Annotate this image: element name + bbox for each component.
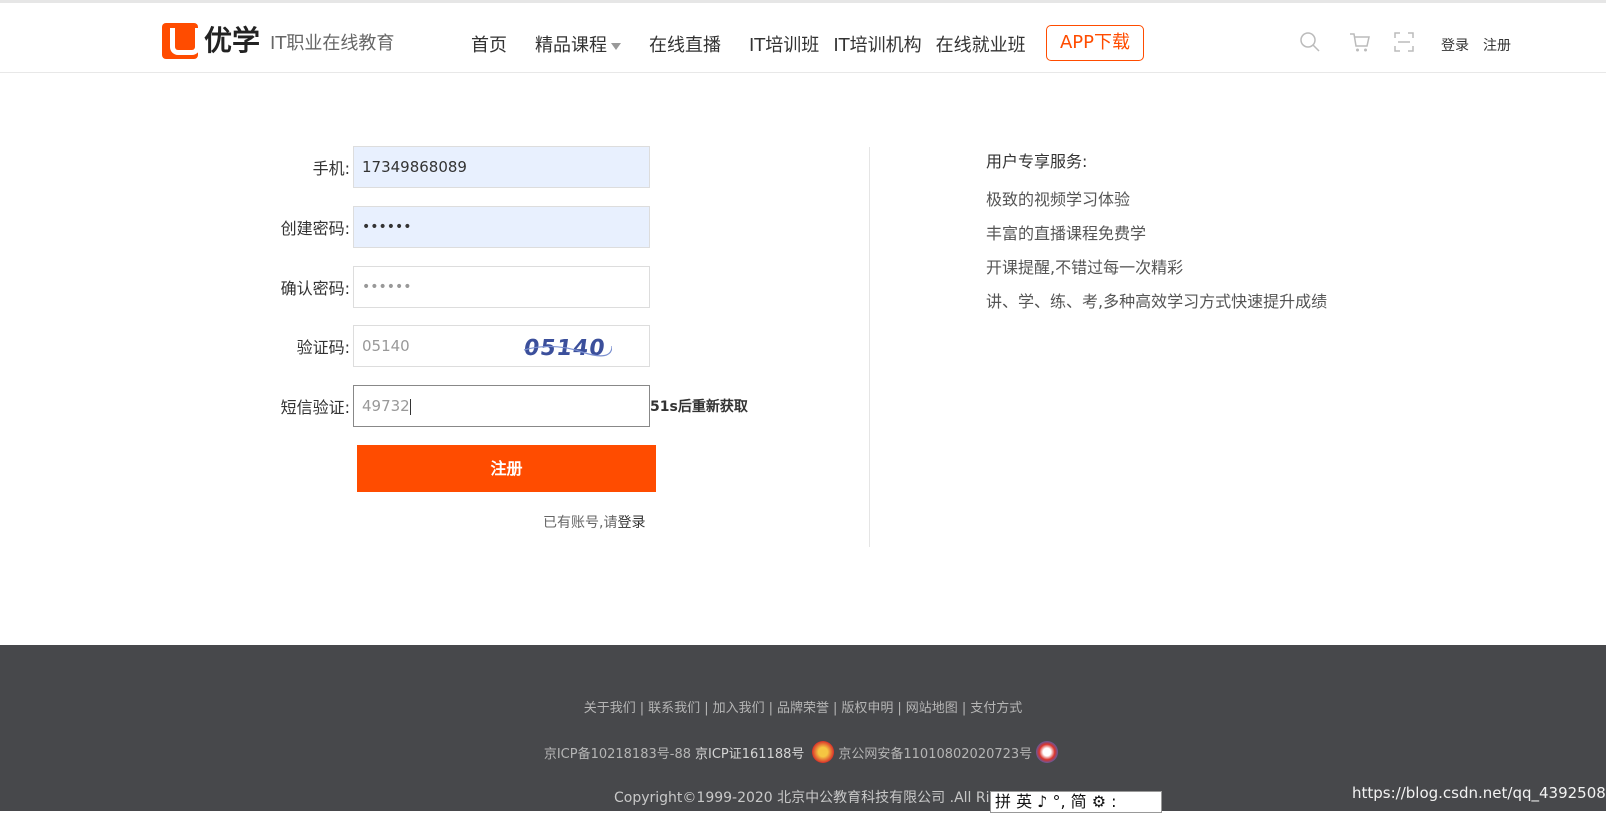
password-input[interactable]: •••••• (353, 206, 650, 248)
footer-link-sitemap[interactable]: 网站地图 (906, 701, 958, 716)
ime-toolbar[interactable]: 拼 英 ♪ °, 简 ⚙ : (990, 791, 1162, 813)
confirm-password-row: 确认密码: •••••• (250, 266, 650, 308)
footer-link-join[interactable]: 加入我们 (713, 701, 765, 716)
logo-slogan: IT职业在线教育 (270, 33, 395, 54)
footer-link-copyright[interactable]: 版权申明 (841, 701, 893, 716)
has-account-text: 已有账号,请登录 (543, 512, 645, 532)
logo-name: 优学 (204, 24, 261, 57)
logo-mark-icon (162, 23, 200, 59)
captcha-label: 验证码: (296, 338, 350, 357)
icp-license[interactable]: 京ICP证161188号 (695, 743, 804, 762)
scan-icon[interactable] (1393, 31, 1415, 53)
cart-icon[interactable] (1349, 31, 1371, 53)
nav-live[interactable]: 在线直播 (649, 31, 721, 57)
captcha-row: 验证码: 05140 05140 (250, 325, 650, 367)
confirm-password-input[interactable]: •••••• (353, 266, 650, 308)
sms-code-input[interactable]: 49732 (353, 385, 650, 427)
nav-home[interactable]: 首页 (471, 31, 507, 57)
icp-record[interactable]: 京ICP备10218183号-88 (544, 743, 691, 762)
site-header: 优学 IT职业在线教育 首页 精品课程 在线直播 IT培训班 IT培训机构 在线… (0, 3, 1606, 73)
captcha-value: 05140 (362, 337, 410, 355)
sms-row: 短信验证: 49732 51s后重新获取 (250, 385, 748, 427)
footer-icp: 京ICP备10218183号-88 京ICP证161188号 京公网安备1101… (0, 741, 1606, 763)
captcha-image[interactable]: 05140 (522, 334, 612, 360)
login-link[interactable]: 登录 (1441, 38, 1469, 54)
perk-item: 开课提醒,不错过每一次精彩 (986, 258, 1184, 277)
footer-links: 关于我们 | 联系我们 | 加入我们 | 品牌荣誉 | 版权申明 | 网站地图 | 支付方式 (583, 701, 1023, 716)
confirm-password-label: 确认密码: (280, 279, 350, 298)
blog-watermark: https://blog.csdn.net/qq_43925089 (1352, 784, 1606, 802)
nav-courses-label: 精品课程 (535, 35, 607, 56)
footer-link-honors[interactable]: 品牌荣誉 (777, 701, 829, 716)
login-link-form[interactable]: 登录 (617, 515, 645, 531)
vertical-divider (869, 147, 870, 547)
phone-row: 手机: 17349868089 (250, 146, 650, 188)
perk-item: 讲、学、练、考,多种高效学习方式快速提升成绩 (986, 292, 1328, 311)
main-nav: 首页 精品课程 在线直播 IT培训班 IT培训机构 在线就业班 (471, 31, 1054, 57)
password-row: 创建密码: •••••• (250, 206, 650, 248)
caret-down-icon (611, 42, 621, 50)
phone-input[interactable]: 17349868089 (353, 146, 650, 188)
captcha-input[interactable]: 05140 05140 (353, 325, 650, 367)
password-label: 创建密码: (280, 219, 350, 238)
search-icon[interactable] (1299, 31, 1321, 53)
phone-label: 手机: (312, 159, 350, 178)
footer-link-contact[interactable]: 联系我们 (648, 701, 700, 716)
register-submit-button[interactable]: 注册 (357, 445, 656, 492)
copyright-text: Copyright©1999-2020 北京中公教育科技有限公司 .All Ri… (614, 790, 1013, 806)
police-record[interactable]: 京公网安备11010802020723号 (838, 743, 1032, 762)
footer-link-about[interactable]: 关于我们 (584, 701, 636, 716)
perk-item: 丰富的直播课程免费学 (986, 224, 1147, 243)
nav-online-job[interactable]: 在线就业班 (936, 31, 1026, 57)
perks-panel: 用户专享服务: 极致的视频学习体验 丰富的直播课程免费学 开课提醒,不错过每一次… (986, 148, 1327, 325)
gov-badge-icon[interactable] (1036, 741, 1059, 763)
footer-link-payment[interactable]: 支付方式 (970, 701, 1022, 716)
register-link[interactable]: 注册 (1483, 38, 1511, 54)
sms-label: 短信验证: (280, 398, 350, 417)
sms-resend-countdown[interactable]: 51s后重新获取 (650, 396, 748, 416)
sms-code-value: 49732 (362, 397, 410, 415)
auth-links: 登录 注册 (1441, 35, 1525, 55)
police-badge-icon (812, 741, 835, 763)
has-account-label: 已有账号,请 (543, 515, 618, 531)
site-logo[interactable]: 优学 IT职业在线教育 (162, 21, 394, 59)
perk-item: 极致的视频学习体验 (986, 190, 1131, 209)
perks-title: 用户专享服务: (986, 152, 1088, 171)
nav-it-training[interactable]: IT培训班 (749, 31, 819, 57)
nav-it-institutions[interactable]: IT培训机构 (833, 31, 921, 57)
app-download-button[interactable]: APP下载 (1046, 25, 1144, 61)
text-cursor (409, 398, 411, 415)
nav-courses[interactable]: 精品课程 (535, 31, 621, 57)
